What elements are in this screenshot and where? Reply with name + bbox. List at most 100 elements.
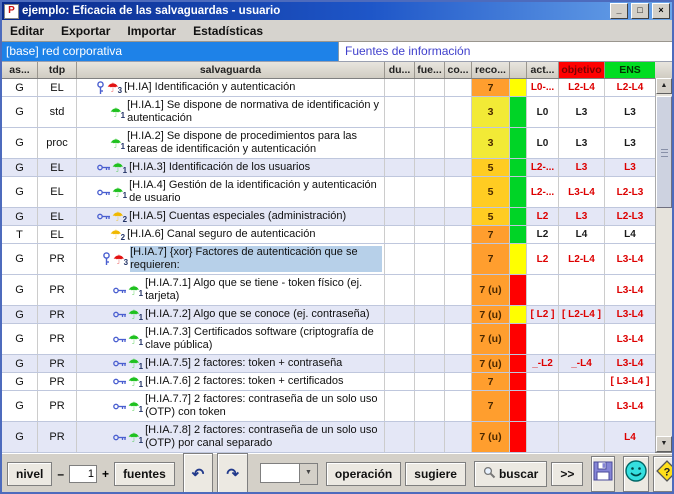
table-row[interactable]: G PR ☂1 [H.IA.7.2] Algo que se co <box>2 306 655 324</box>
cell-ens[interactable]: L3 <box>605 97 655 127</box>
close-button[interactable]: × <box>652 3 670 19</box>
minimize-button[interactable]: _ <box>610 3 628 19</box>
cell-ens[interactable]: L3-L4 <box>605 306 655 323</box>
header-du[interactable]: du... <box>385 62 415 78</box>
cell-ens[interactable]: L3-L4 <box>605 275 655 305</box>
cell-objetivo[interactable]: L3-L4 <box>559 177 605 207</box>
table-row[interactable]: G PR ☂1 [H.IA.7.5] 2 factores: to <box>2 355 655 373</box>
header-ens[interactable]: ENS <box>605 62 655 78</box>
level-increment[interactable]: + <box>101 467 110 481</box>
undo-button[interactable]: ↶ <box>183 453 214 494</box>
sugiere-button[interactable]: sugiere <box>405 462 466 486</box>
cell-ens[interactable]: L2-L4 <box>605 79 655 96</box>
cell-salvaguarda[interactable]: ☂3 [H.IA] Identificación y autenticación <box>77 79 385 96</box>
cell-ens[interactable]: L3 <box>605 159 655 176</box>
cell-salvaguarda[interactable]: ☂1 [H.IA.7.8] 2 factores: contraseña de … <box>77 422 385 452</box>
level-decrement[interactable]: – <box>56 467 65 481</box>
cell-actual[interactable] <box>527 422 559 452</box>
cell-ens[interactable]: L3-L4 <box>605 244 655 274</box>
cell-salvaguarda[interactable]: ☂1 [H.IA.7.1] Algo que se tiene - token … <box>77 275 385 305</box>
cell-ens[interactable]: L4 <box>605 226 655 243</box>
cell-salvaguarda[interactable]: ☂1 [H.IA.7.7] 2 factores: contraseña de … <box>77 391 385 421</box>
table-row[interactable]: G PR ☂1 [H.IA.7.8] 2 factores: co <box>2 422 655 453</box>
cell-actual[interactable]: L0 <box>527 97 559 127</box>
cell-actual[interactable]: L2-... <box>527 177 559 207</box>
selector-combobox[interactable]: ▼ <box>260 463 318 485</box>
header-act[interactable]: act... <box>527 62 559 78</box>
table-row[interactable]: G PR ☂1 [H.IA.7.6] 2 factores: to <box>2 373 655 391</box>
fuentes-button[interactable]: fuentes <box>114 462 175 486</box>
cell-ens[interactable]: L3 <box>605 128 655 158</box>
table-row[interactable]: G proc ☂1 [H.IA.2] Se dispone de <box>2 128 655 159</box>
cell-actual[interactable]: L2-... <box>527 159 559 176</box>
header-salvaguarda[interactable]: salvaguarda <box>77 62 385 78</box>
scroll-down-button[interactable]: ▼ <box>656 436 672 452</box>
cell-salvaguarda[interactable]: ☂1 [H.IA.4] Gestión de la identificación… <box>77 177 385 207</box>
cell-objetivo[interactable]: L4 <box>559 226 605 243</box>
cell-objetivo[interactable]: [ L2-L4 ] <box>559 306 605 323</box>
scroll-up-button[interactable]: ▲ <box>656 78 672 94</box>
menu-importar[interactable]: Importar <box>127 24 176 38</box>
cell-objetivo[interactable]: L3 <box>559 208 605 225</box>
cell-ens[interactable]: L2-L3 <box>605 208 655 225</box>
combobox-value[interactable] <box>260 463 300 483</box>
help-button[interactable]: ? <box>653 456 674 492</box>
cell-ens[interactable]: L3-L4 <box>605 324 655 354</box>
cell-objetivo[interactable] <box>559 373 605 390</box>
level-input[interactable] <box>69 465 97 483</box>
vertical-scrollbar[interactable]: ▲ ▼ <box>655 78 672 452</box>
table-row[interactable]: G EL ☂3 [H.IA] Identificación y a <box>2 79 655 97</box>
cell-ens[interactable]: [ L3-L4 ] <box>605 373 655 390</box>
cell-objetivo[interactable] <box>559 275 605 305</box>
table-row[interactable]: G EL ☂2 [H.IA.5] Cuentas especial <box>2 208 655 226</box>
cell-objetivo[interactable]: L3 <box>559 159 605 176</box>
cell-salvaguarda[interactable]: ☂1 [H.IA.2] Se dispone de procedimientos… <box>77 128 385 158</box>
header-objetivo[interactable]: objetivo <box>559 62 605 78</box>
operacion-button[interactable]: operación <box>326 462 401 486</box>
menu-editar[interactable]: Editar <box>10 24 44 38</box>
table-row[interactable]: G EL ☂1 [H.IA.3] Identificación d <box>2 159 655 177</box>
cell-salvaguarda[interactable]: ☂1 [H.IA.7.5] 2 factores: token + contra… <box>77 355 385 372</box>
save-button[interactable] <box>591 456 615 492</box>
selected-scope-field[interactable]: [base] red corporativa <box>2 42 339 61</box>
cell-salvaguarda[interactable]: ☂1 [H.IA.7.2] Algo que se conoce (ej. co… <box>77 306 385 323</box>
nivel-button[interactable]: nivel <box>7 462 52 486</box>
cell-salvaguarda[interactable]: ☂1 [H.IA.3] Identificación de los usuari… <box>77 159 385 176</box>
cell-objetivo[interactable]: L3 <box>559 128 605 158</box>
header-as[interactable]: as... <box>2 62 38 78</box>
cell-salvaguarda[interactable]: ☂2 [H.IA.6] Canal seguro de autenticació… <box>77 226 385 243</box>
header-co[interactable]: co... <box>445 62 472 78</box>
buscar-button[interactable]: buscar <box>474 461 547 487</box>
more-button[interactable]: >> <box>551 462 583 486</box>
header-reco[interactable]: reco... <box>472 62 510 78</box>
cell-actual[interactable] <box>527 391 559 421</box>
header-tdp[interactable]: tdp <box>38 62 77 78</box>
cell-salvaguarda[interactable]: ☂1 [H.IA.7.3] Certificados software (cri… <box>77 324 385 354</box>
cell-objetivo[interactable] <box>559 422 605 452</box>
cell-objetivo[interactable] <box>559 324 605 354</box>
cell-actual[interactable]: L2 <box>527 226 559 243</box>
cell-actual[interactable] <box>527 373 559 390</box>
cell-actual[interactable]: L0-... <box>527 79 559 96</box>
maximize-button[interactable]: □ <box>631 3 649 19</box>
chevron-down-icon[interactable]: ▼ <box>300 463 318 485</box>
table-row[interactable]: T EL ☂2 [H.IA.6] Canal seguro de <box>2 226 655 244</box>
cell-ens[interactable]: L4 <box>605 422 655 452</box>
menu-exportar[interactable]: Exportar <box>61 24 110 38</box>
cell-objetivo[interactable] <box>559 391 605 421</box>
table-row[interactable]: G EL ☂1 [H.IA.4] Gestión de la id <box>2 177 655 208</box>
cell-actual[interactable]: _-L2 <box>527 355 559 372</box>
cell-actual[interactable]: [ L2 ] <box>527 306 559 323</box>
cell-ens[interactable]: L2-L3 <box>605 177 655 207</box>
cell-actual[interactable] <box>527 324 559 354</box>
table-row[interactable]: G PR ☂1 [H.IA.7.7] 2 factores: co <box>2 391 655 422</box>
cell-salvaguarda[interactable]: ☂3 [H.IA.7] {xor} Factores de autenticac… <box>77 244 385 274</box>
cell-objetivo[interactable]: L2-L4 <box>559 79 605 96</box>
cell-objetivo[interactable]: L3 <box>559 97 605 127</box>
header-status[interactable] <box>510 62 527 78</box>
scrollbar-thumb[interactable] <box>656 96 672 208</box>
cell-actual[interactable]: L2 <box>527 244 559 274</box>
cell-actual[interactable]: L2 <box>527 208 559 225</box>
table-row[interactable]: G PR ☂1 [H.IA.7.1] Algo que se ti <box>2 275 655 306</box>
title-bar[interactable]: P ejemplo: Eficacia de las salvaguardas … <box>2 2 672 20</box>
